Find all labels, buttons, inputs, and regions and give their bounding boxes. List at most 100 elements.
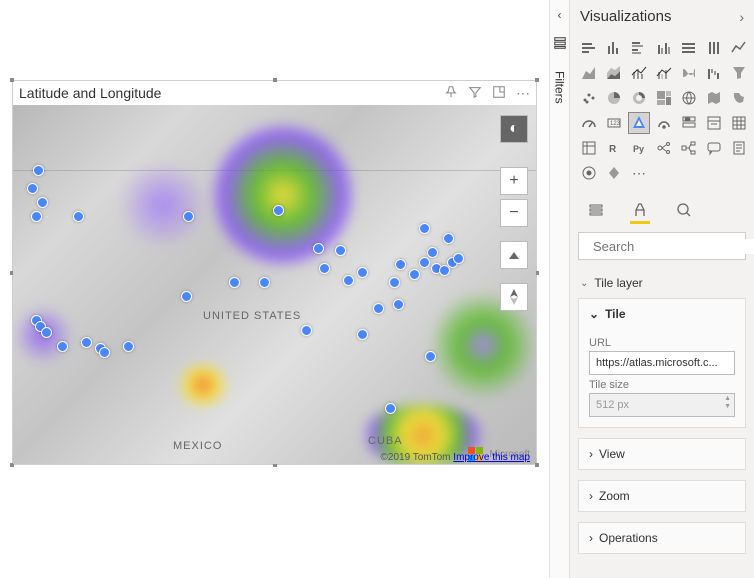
line-stacked-column-icon[interactable] [628, 62, 650, 84]
data-point[interactable] [425, 351, 436, 362]
data-point[interactable] [99, 347, 110, 358]
fields-tab[interactable] [586, 200, 606, 220]
filter-icon[interactable] [468, 85, 482, 102]
matrix-icon[interactable] [578, 137, 600, 159]
data-point[interactable] [41, 327, 52, 338]
map-visual-container[interactable]: Latitude and Longitude ⋯ UNITED STA [12, 80, 537, 465]
data-point[interactable] [385, 403, 396, 414]
data-point[interactable] [373, 303, 384, 314]
zoom-in-button[interactable]: + [500, 167, 528, 195]
paginated-report-icon[interactable] [728, 137, 750, 159]
pitch-button[interactable] [500, 241, 528, 269]
resize-handle[interactable] [10, 78, 14, 82]
hundred-stacked-column-icon[interactable] [703, 37, 725, 59]
waterfall-chart-icon[interactable] [703, 62, 725, 84]
map-style-button[interactable]: ◐ [500, 115, 528, 143]
scatter-chart-icon[interactable] [578, 87, 600, 109]
kpi-icon[interactable] [653, 112, 675, 134]
data-point[interactable] [273, 205, 284, 216]
data-point[interactable] [259, 277, 270, 288]
stacked-column-chart-icon[interactable] [603, 37, 625, 59]
more-options-icon[interactable]: ⋯ [516, 85, 530, 102]
zoom-card[interactable]: › Zoom [578, 480, 746, 512]
slicer-icon[interactable] [703, 112, 725, 134]
treemap-icon[interactable] [653, 87, 675, 109]
data-point[interactable] [181, 291, 192, 302]
expand-filters-chevron-icon[interactable]: ‹ [558, 8, 562, 22]
stacked-area-chart-icon[interactable] [603, 62, 625, 84]
data-point[interactable] [357, 329, 368, 340]
resize-handle[interactable] [535, 78, 539, 82]
data-point[interactable] [301, 325, 312, 336]
data-point[interactable] [393, 299, 404, 310]
improve-map-link[interactable]: Improve this map [453, 452, 530, 463]
data-point[interactable] [409, 269, 420, 280]
map-icon[interactable] [678, 87, 700, 109]
view-card[interactable]: › View [578, 438, 746, 470]
power-apps-icon[interactable] [603, 162, 625, 184]
tile-layer-section-header[interactable]: ⌄ Tile layer [570, 268, 754, 298]
data-point[interactable] [31, 211, 42, 222]
filters-label[interactable]: Filters [553, 71, 567, 104]
table-icon[interactable] [728, 112, 750, 134]
resize-handle[interactable] [273, 78, 277, 82]
azure-map[interactable]: UNITED STATES MEXICO CUBA ◐ + − [13, 105, 536, 464]
data-point[interactable] [37, 197, 48, 208]
collapse-pane-chevron-icon[interactable]: › [739, 9, 744, 25]
data-point[interactable] [343, 275, 354, 286]
data-point[interactable] [313, 243, 324, 254]
donut-chart-icon[interactable] [628, 87, 650, 109]
card-icon[interactable]: 123 [603, 112, 625, 134]
clustered-bar-chart-icon[interactable] [628, 37, 650, 59]
data-point[interactable] [319, 263, 330, 274]
data-point[interactable] [81, 337, 92, 348]
compass-button[interactable] [500, 283, 528, 311]
data-point[interactable] [335, 245, 346, 256]
data-point[interactable] [229, 277, 240, 288]
tile-url-input[interactable] [589, 351, 735, 375]
zoom-out-button[interactable]: − [500, 199, 528, 227]
data-point[interactable] [389, 277, 400, 288]
funnel-chart-icon[interactable] [728, 62, 750, 84]
ribbon-chart-icon[interactable] [678, 62, 700, 84]
data-point[interactable] [453, 253, 464, 264]
data-point[interactable] [33, 165, 44, 176]
tile-size-spinner[interactable]: ▲▼ [724, 395, 731, 411]
data-point[interactable] [419, 223, 430, 234]
azure-map-icon[interactable] [628, 112, 650, 134]
multi-row-card-icon[interactable]: 123 [678, 112, 700, 134]
get-more-visuals-icon[interactable]: ⋯ [628, 162, 650, 184]
hundred-stacked-bar-icon[interactable] [678, 37, 700, 59]
clustered-column-chart-icon[interactable] [653, 37, 675, 59]
data-point[interactable] [123, 341, 134, 352]
analytics-tab[interactable] [674, 200, 694, 220]
data-point[interactable] [57, 341, 68, 352]
data-point[interactable] [443, 233, 454, 244]
data-point[interactable] [183, 211, 194, 222]
data-point[interactable] [395, 259, 406, 270]
resize-handle[interactable] [535, 463, 539, 467]
line-clustered-column-icon[interactable] [653, 62, 675, 84]
gauge-icon[interactable] [578, 112, 600, 134]
shape-map-icon[interactable] [728, 87, 750, 109]
filters-icon[interactable] [553, 36, 567, 53]
operations-card[interactable]: › Operations [578, 522, 746, 554]
line-chart-icon[interactable] [728, 37, 750, 59]
format-search-input[interactable] [593, 239, 754, 254]
tile-card-header[interactable]: ⌄ Tile [579, 299, 745, 329]
data-point[interactable] [73, 211, 84, 222]
pie-chart-icon[interactable] [603, 87, 625, 109]
data-point[interactable] [357, 267, 368, 278]
data-point[interactable] [27, 183, 38, 194]
r-visual-icon[interactable]: R [603, 137, 625, 159]
decomposition-tree-icon[interactable] [678, 137, 700, 159]
arcgis-map-icon[interactable] [578, 162, 600, 184]
pin-icon[interactable] [444, 85, 458, 102]
python-visual-icon[interactable]: Py [628, 137, 650, 159]
key-influencers-icon[interactable] [653, 137, 675, 159]
tile-size-input[interactable] [589, 393, 735, 417]
format-search-box[interactable] [578, 232, 746, 260]
qa-visual-icon[interactable] [703, 137, 725, 159]
stacked-bar-chart-icon[interactable] [578, 37, 600, 59]
filled-map-icon[interactable] [703, 87, 725, 109]
